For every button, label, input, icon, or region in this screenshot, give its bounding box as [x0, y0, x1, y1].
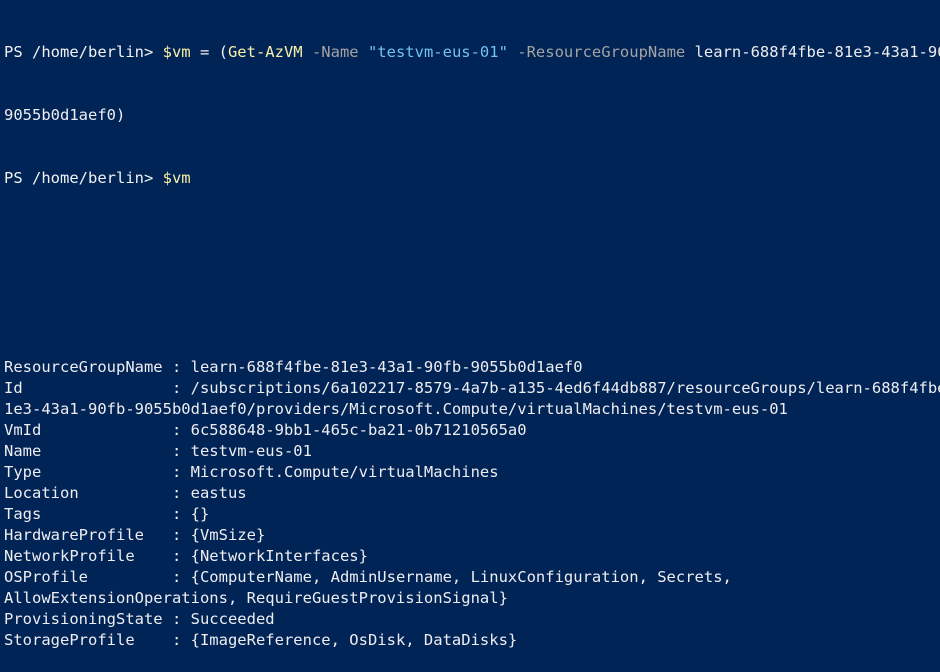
property-value: {VmSize} [190, 526, 266, 544]
parameter-resource-group: -ResourceGroupName [507, 43, 695, 61]
property-name: OSProfile [4, 568, 163, 586]
property-name: HardwareProfile [4, 526, 163, 544]
variable: $vm [162, 43, 191, 61]
terminal-window[interactable]: PS /home/berlin> $vm = (Get-AzVM -Name "… [0, 0, 940, 649]
property-value: {NetworkInterfaces} [190, 547, 368, 565]
prompt: PS /home/berlin> [4, 43, 163, 61]
output-row: OSProfile : {ComputerName, AdminUsername… [4, 567, 940, 588]
property-value: {} [190, 505, 210, 523]
closing-paren: ) [115, 106, 126, 124]
output-row: HardwareProfile : {VmSize} [4, 525, 940, 546]
property-separator: : [162, 463, 191, 481]
parameter-value-name: "testvm-eus-01" [367, 43, 508, 61]
cmdlet: Get-AzVM [227, 43, 303, 61]
property-value: Microsoft.Compute/virtualMachines [190, 463, 499, 481]
property-separator: : [162, 631, 191, 649]
property-value: Succeeded [190, 610, 275, 628]
property-separator: : [162, 379, 191, 397]
property-separator: : [162, 421, 191, 439]
property-value: learn-688f4fbe-81e3-43a1-90fb-9055b0d1ae… [190, 358, 583, 376]
output-row: NetworkProfile : {NetworkInterfaces} [4, 546, 940, 567]
property-name: Tags [4, 505, 163, 523]
output-row: Tags : {} [4, 504, 940, 525]
property-value: {ImageReference, OsDisk, DataDisks} [190, 631, 518, 649]
command-line-1-wrap: 9055b0d1aef0) [4, 105, 940, 126]
output-row: VmId : 6c588648-9bb1-465c-ba21-0b7121056… [4, 420, 940, 441]
property-separator: : [162, 547, 191, 565]
output-row: Name : testvm-eus-01 [4, 441, 940, 462]
output-row: ProvisioningState : Succeeded [4, 609, 940, 630]
property-separator: : [162, 505, 191, 523]
property-name: Id [4, 379, 163, 397]
property-separator: : [162, 568, 191, 586]
output-row: StorageProfile : {ImageReference, OsDisk… [4, 630, 940, 651]
parameter-name: -Name [302, 43, 368, 61]
property-separator: : [162, 442, 191, 460]
property-name: Type [4, 463, 163, 481]
property-name: Location [4, 484, 163, 502]
command-line-1: PS /home/berlin> $vm = (Get-AzVM -Name "… [4, 42, 940, 63]
parameter-value-resource-group-part2: 9055b0d1aef0 [4, 106, 116, 124]
output-row: Location : eastus [4, 483, 940, 504]
operator: = ( [190, 43, 228, 61]
prompt: PS /home/berlin> [4, 169, 163, 187]
property-name: Name [4, 442, 163, 460]
output-row: ResourceGroupName : learn-688f4fbe-81e3-… [4, 357, 940, 378]
command-line-2: PS /home/berlin> $vm [4, 168, 940, 189]
property-name: VmId [4, 421, 163, 439]
property-name: StorageProfile [4, 631, 163, 649]
property-separator: : [162, 358, 191, 376]
property-value: testvm-eus-01 [190, 442, 312, 460]
output-row: Type : Microsoft.Compute/virtualMachines [4, 462, 940, 483]
property-value: AllowExtensionOperations, RequireGuestPr… [4, 589, 508, 607]
property-value: eastus [190, 484, 247, 502]
property-value: {ComputerName, AdminUsername, LinuxConfi… [190, 568, 732, 586]
command-output: ResourceGroupName : learn-688f4fbe-81e3-… [4, 357, 940, 651]
property-name: ResourceGroupName [4, 358, 163, 376]
parameter-value-resource-group-part1: learn-688f4fbe-81e3-43a1-90fb- [694, 43, 940, 61]
property-separator: : [162, 526, 191, 544]
property-value: 1e3-43a1-90fb-9055b0d1aef0/providers/Mic… [4, 400, 788, 418]
property-separator: : [162, 610, 191, 628]
property-value: 6c588648-9bb1-465c-ba21-0b71210565a0 [190, 421, 527, 439]
output-row: Id : /subscriptions/6a102217-8579-4a7b-a… [4, 378, 940, 399]
property-separator: : [162, 484, 191, 502]
variable: $vm [162, 169, 191, 187]
output-row: AllowExtensionOperations, RequireGuestPr… [4, 588, 940, 609]
property-name: NetworkProfile [4, 547, 163, 565]
property-value: /subscriptions/6a102217-8579-4a7b-a135-4… [190, 379, 940, 397]
property-name: ProvisioningState [4, 610, 163, 628]
output-row: 1e3-43a1-90fb-9055b0d1aef0/providers/Mic… [4, 399, 940, 420]
